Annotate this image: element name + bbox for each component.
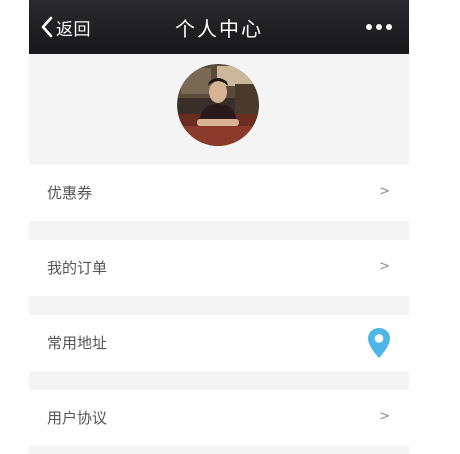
menu-item-label: 用户协议 — [47, 409, 108, 427]
avatar[interactable] — [177, 64, 259, 146]
phone-screen: 返回 个人中心 优惠券 > 我的订单 > 常用地址 用户协议 > — [29, 0, 409, 454]
chevron-right-icon: > — [379, 259, 390, 274]
page-title: 个人中心 — [175, 17, 263, 41]
menu-item-orders[interactable]: 我的订单 > — [29, 240, 409, 296]
menu-item-label: 优惠券 — [47, 184, 93, 202]
menu-item-user-agreement[interactable]: 用户协议 > — [29, 390, 409, 446]
menu-item-label: 我的订单 — [47, 259, 108, 277]
more-dots-icon[interactable] — [365, 19, 393, 35]
chevron-right-icon: > — [379, 184, 390, 199]
menu-item-coupons[interactable]: 优惠券 > — [29, 165, 409, 221]
location-pin-icon — [367, 327, 391, 359]
chevron-right-icon: > — [379, 409, 390, 424]
menu-item-addresses[interactable]: 常用地址 — [29, 315, 409, 371]
menu-item-label: 常用地址 — [47, 334, 108, 352]
top-navbar: 返回 个人中心 — [29, 0, 409, 54]
